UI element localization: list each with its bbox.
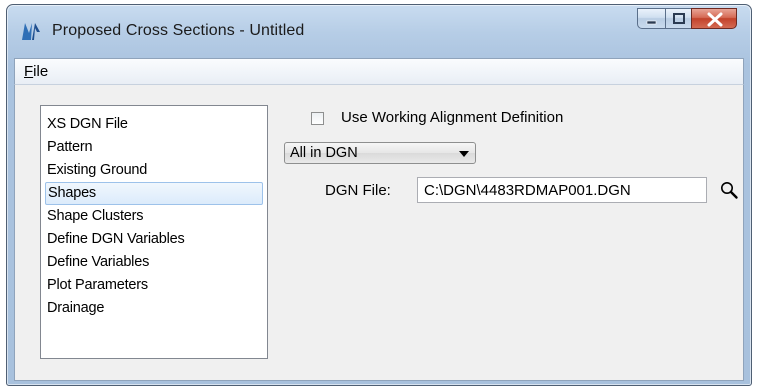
section-list[interactable]: XS DGN File Pattern Existing Ground Shapes S… xyxy=(40,105,268,359)
section-item-existing-ground[interactable]: Existing Ground xyxy=(45,159,263,182)
working-alignment-label: Use Working Alignment Definition xyxy=(341,109,564,126)
source-select-value: All in DGN xyxy=(290,145,358,161)
menu-file-label: ile xyxy=(33,63,49,80)
caption-buttons xyxy=(637,8,737,30)
ms-logo-icon xyxy=(22,23,40,40)
section-item-shapes[interactable]: Shapes xyxy=(45,182,263,205)
menu-bar: File xyxy=(14,58,744,85)
close-icon xyxy=(707,12,723,27)
maximize-icon xyxy=(673,13,685,24)
section-item-plot-parameters[interactable]: Plot Parameters xyxy=(45,274,263,297)
section-item-shape-clusters[interactable]: Shape Clusters xyxy=(45,205,263,228)
chevron-down-icon xyxy=(459,151,469,157)
dialog-window: Proposed Cross Sections - Untitled File xyxy=(6,4,752,386)
maximize-button[interactable] xyxy=(665,8,691,29)
section-item-define-variables[interactable]: Define Variables xyxy=(45,251,263,274)
minimize-icon xyxy=(646,20,657,25)
section-item-xs-dgn-file[interactable]: XS DGN File xyxy=(45,113,263,136)
section-item-pattern[interactable]: Pattern xyxy=(45,136,263,159)
title-bar[interactable]: Proposed Cross Sections - Untitled xyxy=(7,5,751,57)
menu-file[interactable]: File xyxy=(24,63,48,80)
source-select[interactable]: All in DGN xyxy=(284,142,476,164)
working-alignment-checkbox[interactable] xyxy=(311,112,324,125)
close-button[interactable] xyxy=(691,8,737,29)
search-icon[interactable] xyxy=(719,180,739,200)
dgn-file-label: DGN File: xyxy=(325,182,391,199)
dgn-file-input[interactable] xyxy=(417,177,707,203)
window-title: Proposed Cross Sections - Untitled xyxy=(52,22,305,39)
minimize-button[interactable] xyxy=(637,8,665,29)
section-item-define-dgn-variables[interactable]: Define DGN Variables xyxy=(45,228,263,251)
menu-file-accelerator: F xyxy=(24,63,34,80)
dialog-body: XS DGN File Pattern Existing Ground Shapes S… xyxy=(14,85,744,381)
section-item-drainage[interactable]: Drainage xyxy=(45,297,263,320)
